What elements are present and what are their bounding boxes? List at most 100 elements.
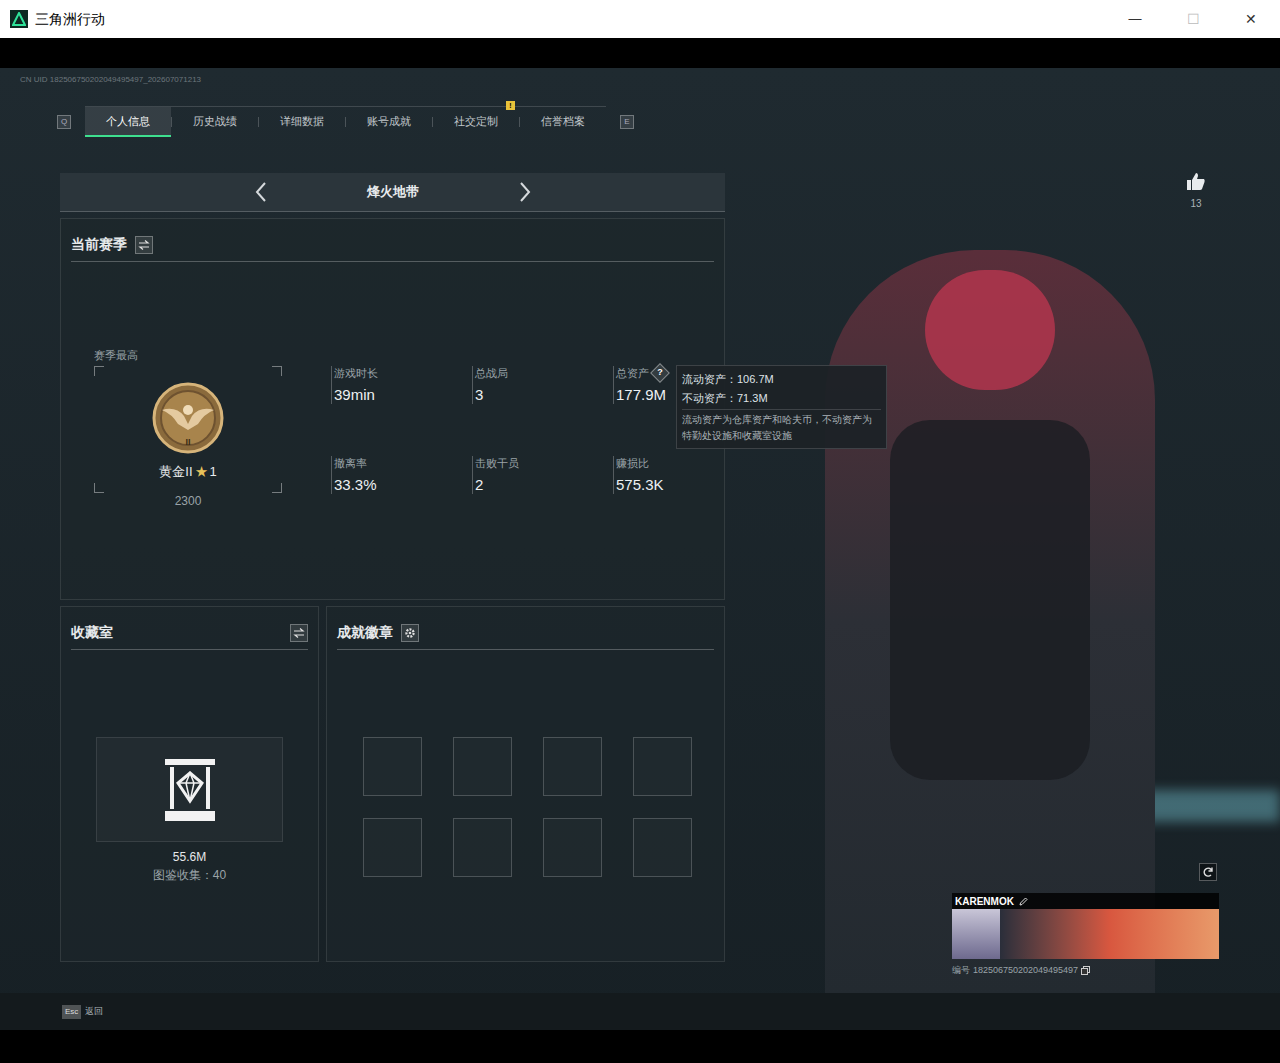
tab[interactable]: 账号成就 bbox=[346, 107, 432, 137]
like-button[interactable]: 13 bbox=[1184, 172, 1208, 211]
display-case-icon bbox=[162, 757, 218, 823]
player-name: KARENMOK bbox=[955, 894, 1014, 909]
tab-separator bbox=[171, 117, 172, 127]
season-panel: 当前赛季 赛季最高 bbox=[60, 218, 725, 600]
help-glyph: ? bbox=[657, 366, 663, 380]
best-label: 赛季最高 bbox=[94, 348, 331, 362]
badge-slot[interactable] bbox=[633, 818, 692, 877]
stat-cell: 撤离率 33.3% bbox=[331, 456, 472, 546]
badge-slot[interactable] bbox=[633, 737, 692, 796]
stat-label: 撤离率 bbox=[334, 456, 367, 470]
mode-switcher: 烽火地带 bbox=[60, 173, 725, 212]
minimize-button[interactable]: — bbox=[1106, 9, 1164, 30]
collection-caption: 图鉴收集：40 bbox=[61, 866, 318, 884]
badge-slot[interactable] bbox=[363, 818, 422, 877]
star-count: 1 bbox=[210, 462, 217, 482]
swap-icon[interactable] bbox=[290, 624, 308, 642]
copy-icon[interactable] bbox=[1081, 966, 1090, 975]
stat-value: 39min bbox=[334, 386, 472, 404]
rank-block: 赛季最高 II bbox=[61, 348, 331, 546]
back-label[interactable]: 返回 bbox=[85, 1005, 103, 1019]
rank-name: 黄金II bbox=[159, 462, 192, 482]
stat-value: 575.3K bbox=[616, 476, 723, 494]
collection-panel: 收藏室 55.6M 图鉴收集：40 bbox=[60, 606, 319, 962]
stat: 撤离率 33.3% bbox=[331, 456, 472, 494]
chevron-left-icon[interactable] bbox=[255, 181, 267, 203]
achievement-title: 成就徽章 bbox=[337, 622, 393, 643]
window-controls: — ☐ ✕ bbox=[1106, 9, 1280, 30]
tooltip-line: 不动资产：71.3M bbox=[682, 389, 881, 408]
achievement-panel: 成就徽章 bbox=[326, 606, 725, 962]
stat-label: 击败干员 bbox=[475, 456, 519, 470]
tab-separator bbox=[519, 117, 520, 127]
mode-title: 烽火地带 bbox=[367, 182, 419, 202]
stat-label: 总资产 bbox=[616, 366, 649, 380]
pencil-icon[interactable] bbox=[1019, 897, 1028, 906]
close-button[interactable]: ✕ bbox=[1222, 9, 1280, 30]
tooltip-note: 流动资产为仓库资产和哈夫币，不动资产为特勤处设施和收藏室设施 bbox=[682, 409, 881, 444]
stat-label: 总战局 bbox=[475, 366, 508, 380]
banner-picture bbox=[1000, 909, 1219, 959]
stat: 游戏时长 39min bbox=[331, 366, 472, 404]
chevron-right-icon[interactable] bbox=[519, 181, 531, 203]
footer-bar: Esc 返回 bbox=[0, 993, 1280, 1030]
emblem-tier: II bbox=[150, 436, 226, 450]
tooltip: 流动资产：106.7M不动资产：71.3M 流动资产为仓库资产和哈夫币，不动资产… bbox=[676, 365, 887, 449]
profile-column: 烽火地带 当前赛季 赛季最高 bbox=[60, 173, 725, 962]
tab[interactable]: 历史战绩 bbox=[172, 107, 258, 137]
stat-label: 赚损比 bbox=[616, 456, 649, 470]
id-label: 编号 bbox=[952, 964, 970, 978]
tab-label[interactable]: 详细数据 bbox=[280, 113, 324, 130]
help-icon[interactable]: ? bbox=[650, 363, 670, 383]
stat-label-row: 撤离率 bbox=[334, 456, 472, 470]
stat-cell: 赚损比 575.3K bbox=[613, 456, 723, 546]
like-count: 13 bbox=[1190, 196, 1201, 211]
notice-badge: ! bbox=[506, 101, 515, 110]
badge-slot[interactable] bbox=[453, 737, 512, 796]
badge-slot[interactable] bbox=[543, 818, 602, 877]
collection-title: 收藏室 bbox=[71, 622, 113, 643]
tooltip-line: 流动资产：106.7M bbox=[682, 370, 881, 389]
top-strip bbox=[0, 38, 1280, 68]
thumbs-up-icon[interactable] bbox=[1186, 172, 1206, 191]
tab[interactable]: 信誉档案 bbox=[520, 107, 606, 137]
maximize-button[interactable]: ☐ bbox=[1164, 9, 1222, 30]
stat-value: 3 bbox=[475, 386, 613, 404]
esc-key[interactable]: Esc bbox=[62, 1005, 81, 1019]
rank-line: 黄金II ★ 1 bbox=[159, 462, 216, 482]
badge-slot[interactable] bbox=[543, 737, 602, 796]
tab[interactable]: 个人信息 bbox=[85, 107, 171, 137]
badge-slot[interactable] bbox=[453, 818, 512, 877]
swap-icon[interactable] bbox=[135, 236, 153, 254]
name-card: KARENMOK 编号 182506750202049495497 bbox=[952, 893, 1219, 978]
tab-label[interactable]: 个人信息 bbox=[106, 113, 150, 130]
title-bar: 三角洲行动 — ☐ ✕ bbox=[0, 0, 1280, 38]
refresh-icon[interactable] bbox=[1199, 863, 1217, 881]
gear-icon[interactable] bbox=[401, 624, 419, 642]
rank-emblem: II bbox=[150, 380, 226, 456]
stat-label-row: 游戏时长 bbox=[334, 366, 472, 380]
player-id: 182506750202049495497 bbox=[973, 964, 1078, 978]
tab-separator bbox=[345, 117, 346, 127]
stat: 击败干员2 bbox=[472, 456, 613, 494]
tab[interactable]: 社交定制! bbox=[433, 107, 519, 137]
stat-label-row: 击败干员 bbox=[475, 456, 613, 470]
tab-label[interactable]: 历史战绩 bbox=[193, 113, 237, 130]
tab-separator bbox=[432, 117, 433, 127]
character-picture bbox=[825, 250, 1155, 993]
stat-value: 33.3% bbox=[334, 476, 472, 494]
stat: 总战局 3 bbox=[472, 366, 613, 404]
next-tab-key[interactable]: E bbox=[620, 115, 634, 129]
tab-label[interactable]: 账号成就 bbox=[367, 113, 411, 130]
tab-label[interactable]: 信誉档案 bbox=[541, 113, 585, 130]
tab-bar: Q 个人信息 历史战绩 详细数据 账号成就 社交定制! 信誉档案 E bbox=[57, 106, 1280, 137]
uid-text: CN UID 182506750202049495497_20260707121… bbox=[20, 75, 1280, 85]
app-logo-icon bbox=[10, 10, 28, 28]
stat-label: 游戏时长 bbox=[334, 366, 378, 380]
stat-cell: 总战局 3 bbox=[472, 366, 613, 456]
game-screen: CN UID 182506750202049495497_20260707121… bbox=[0, 68, 1280, 1030]
badge-slot[interactable] bbox=[363, 737, 422, 796]
prev-tab-key[interactable]: Q bbox=[57, 115, 71, 129]
tab[interactable]: 详细数据 bbox=[259, 107, 345, 137]
tab-label[interactable]: 社交定制 bbox=[454, 113, 498, 130]
